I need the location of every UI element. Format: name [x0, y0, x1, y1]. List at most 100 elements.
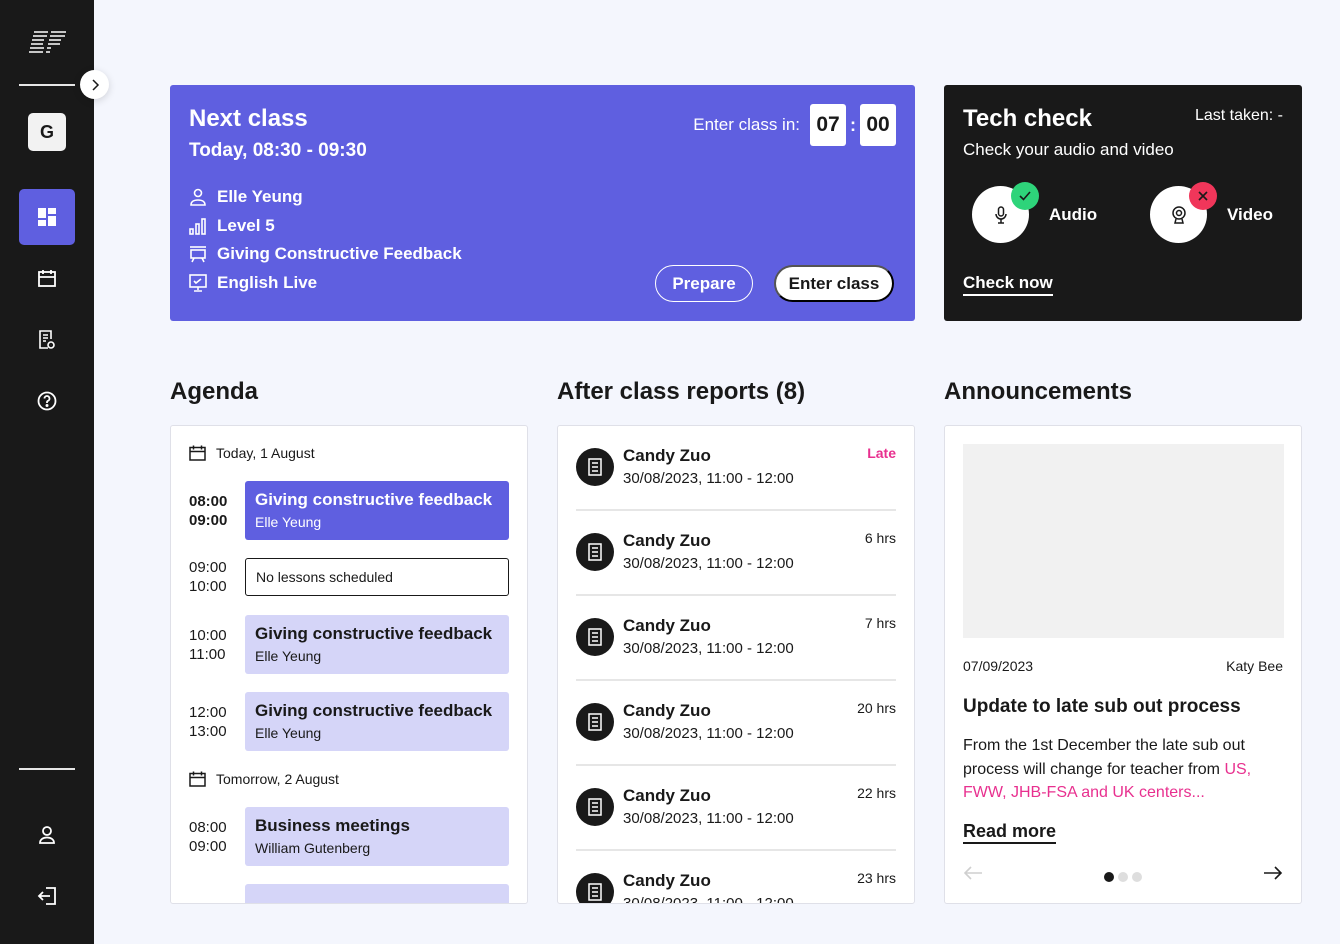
enter-class-button[interactable]: Enter class	[774, 265, 894, 302]
report-item[interactable]: Candy Zuo 30/08/2023, 11:00 - 12:00 23 hrs	[576, 851, 896, 903]
slot-start: 10:00	[189, 626, 227, 644]
report-settings-icon	[39, 330, 55, 349]
lesson-card[interactable]: Business meetings William Gutenberg	[245, 807, 509, 866]
prepare-button[interactable]: Prepare	[655, 265, 753, 302]
report-item[interactable]: Candy Zuo 30/08/2023, 11:00 - 12:00 Late	[576, 426, 896, 511]
sidebar-divider	[19, 768, 75, 770]
video-check: Video	[1150, 182, 1273, 243]
lesson-card[interactable]: Giving constructive feedback Elle Yeung	[245, 692, 509, 751]
lesson-card[interactable]: Giving constructive feedback Elle Yeung	[245, 615, 509, 674]
agenda-slot[interactable]: 08:00 09:00 Business meetings William Gut…	[189, 807, 527, 866]
announcements-panel: 07/09/2023 Katy Bee Update to late sub o…	[944, 425, 1302, 904]
nav-logout[interactable]	[19, 868, 75, 924]
dashboard-icon	[38, 208, 56, 226]
lesson-teacher: William Gutenberg	[255, 840, 371, 856]
previous-button[interactable]	[963, 866, 983, 885]
carousel-dots	[1104, 872, 1142, 882]
ef-logo[interactable]	[28, 30, 68, 54]
slot-time: 10:00 11:00	[189, 626, 245, 664]
calendar-icon	[189, 445, 206, 461]
agenda-slot[interactable]: 12:00 13:00 Giving constructive feedback …	[189, 692, 527, 751]
agenda-title: Agenda	[170, 378, 259, 405]
slot-end: 10:00	[189, 578, 227, 595]
product-label: English Live	[217, 272, 318, 292]
agenda-slot[interactable]: 09:00 10:00 No lessons scheduled	[189, 558, 527, 596]
document-icon	[576, 448, 614, 486]
countdown: Enter class in: 07 : 00	[693, 104, 896, 146]
tech-check-card: Tech check Last taken: - Check your audi…	[944, 85, 1302, 321]
carousel-dot[interactable]	[1104, 872, 1114, 882]
announcement-body: From the 1st December the late sub out p…	[963, 734, 1273, 805]
report-date: 30/08/2023, 11:00 - 12:00	[623, 555, 794, 572]
agenda-slot[interactable]: 08:00 09:00 Giving constructive feedback …	[189, 481, 527, 540]
video-label: Video	[1227, 204, 1273, 224]
topic-label: Giving Constructive Feedback	[217, 244, 462, 264]
sidebar: G	[0, 0, 94, 944]
slot-time: 08:00 09:00	[189, 818, 245, 856]
carousel-dot[interactable]	[1118, 872, 1128, 882]
countdown-minutes: 07	[810, 104, 846, 146]
lesson-card[interactable]: Giving constructive feedback Elle Yeung	[245, 481, 509, 540]
calendar-icon	[38, 270, 56, 287]
report-item[interactable]: Candy Zuo 30/08/2023, 11:00 - 12:00 6 hrs	[576, 511, 896, 596]
nav-reports[interactable]	[19, 312, 75, 368]
report-item[interactable]: Candy Zuo 30/08/2023, 11:00 - 12:00 22 hrs	[576, 766, 896, 851]
tech-check-title: Tech check	[963, 105, 1092, 132]
announcements-title: Announcements	[944, 378, 1133, 405]
agenda-slot[interactable]: 10:00 11:00 Giving constructive feedback …	[189, 615, 527, 674]
nav-profile[interactable]	[19, 807, 75, 863]
lesson-teacher: Elle Yeung	[255, 648, 322, 664]
chevron-right-icon	[91, 78, 99, 91]
carousel-dot[interactable]	[1132, 872, 1142, 882]
video-status-failed	[1189, 182, 1217, 210]
report-student: Candy Zuo	[623, 616, 711, 635]
document-icon	[576, 703, 614, 741]
nav-help[interactable]	[19, 373, 75, 429]
x-icon	[1198, 191, 1208, 201]
tech-check-subtitle: Check your audio and video	[963, 140, 1174, 159]
presentation-icon	[190, 246, 206, 263]
report-item[interactable]: Candy Zuo 30/08/2023, 11:00 - 12:00 20 hrs	[576, 681, 896, 766]
audio-circle	[972, 182, 1039, 243]
body-text: From the 1st December the late sub out p…	[963, 737, 1245, 778]
next-class-card: Next class Today, 08:30 - 09:30 Elle Yeu…	[170, 85, 915, 321]
agenda-panel[interactable]: Today, 1 August 08:00 09:00 Giving constr…	[170, 425, 528, 904]
countdown-separator: :	[850, 114, 856, 135]
next-button[interactable]	[1263, 866, 1283, 885]
level-label: Level 5	[217, 215, 275, 235]
slot-start: 08:00	[189, 818, 227, 836]
check-icon	[1019, 191, 1031, 201]
user-icon	[190, 188, 206, 207]
lesson-title: Business meetings	[255, 816, 410, 835]
report-date: 30/08/2023, 11:00 - 12:00	[623, 810, 794, 827]
lesson-card[interactable]	[245, 884, 509, 903]
avatar[interactable]: G	[28, 113, 66, 151]
report-date: 30/08/2023, 11:00 - 12:00	[623, 640, 794, 657]
nav-calendar[interactable]	[19, 250, 75, 306]
logout-icon	[37, 887, 56, 905]
report-age: 23 hrs	[857, 870, 896, 886]
next-class-time: Today, 08:30 - 09:30	[189, 140, 367, 161]
video-circle	[1150, 182, 1217, 243]
nav-dashboard[interactable]	[19, 189, 75, 245]
help-icon	[37, 391, 57, 411]
report-student: Candy Zuo	[623, 531, 711, 550]
agenda-day-header: Today, 1 August	[189, 443, 527, 463]
report-item[interactable]: Candy Zuo 30/08/2023, 11:00 - 12:00 7 hrs	[576, 596, 896, 681]
report-student: Candy Zuo	[623, 786, 711, 805]
reports-panel[interactable]: Candy Zuo 30/08/2023, 11:00 - 12:00 Late Ca…	[557, 425, 915, 904]
slot-start: 12:00	[189, 703, 227, 721]
lesson-teacher: Elle Yeung	[255, 514, 322, 530]
sidebar-divider	[19, 84, 75, 86]
product-row: English Live	[189, 269, 462, 298]
sidebar-collapse-button[interactable]	[80, 70, 109, 99]
announcement-date: 07/09/2023	[963, 658, 1034, 674]
check-now-link[interactable]: Check now	[963, 273, 1053, 296]
reports-list: Candy Zuo 30/08/2023, 11:00 - 12:00 Late Ca…	[558, 426, 914, 903]
audio-check: Audio	[972, 182, 1097, 243]
read-more-link[interactable]: Read more	[963, 821, 1057, 844]
agenda-day-label: Tomorrow, 2 August	[216, 771, 339, 787]
slot-end: 09:00	[189, 511, 228, 529]
microphone-icon	[994, 205, 1007, 224]
user-icon	[39, 826, 55, 844]
